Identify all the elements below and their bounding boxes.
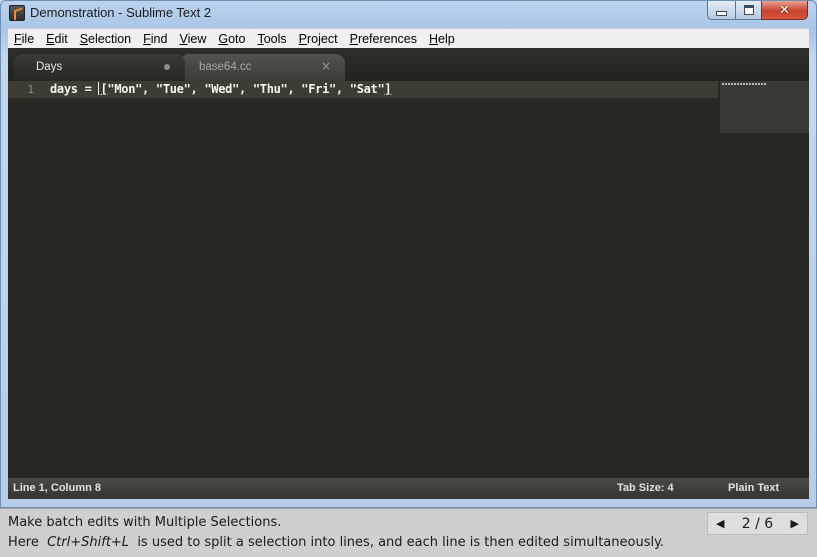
syntax-selector[interactable]: Plain Text xyxy=(728,482,779,494)
maximize-button[interactable] xyxy=(735,1,762,20)
menu-edit[interactable]: Edit xyxy=(40,29,74,49)
line-number: 1 xyxy=(27,83,34,96)
close-button[interactable]: ✕ xyxy=(761,1,808,20)
close-icon: ✕ xyxy=(779,2,790,18)
status-bar: Line 1, Column 8 Tab Size: 4 Plain Text xyxy=(8,478,809,499)
menu-file[interactable]: File xyxy=(8,29,40,49)
window-title: Demonstration - Sublime Text 2 xyxy=(30,5,212,20)
minimap[interactable] xyxy=(720,81,809,133)
minimap-line xyxy=(722,83,766,85)
menu-selection[interactable]: Selection xyxy=(74,29,137,49)
bracket-close: ] xyxy=(384,82,392,96)
tab-label: base64.cc xyxy=(199,61,252,73)
code-editor[interactable]: 1 days = ["Mon", "Tue", "Wed", "Thu", "F… xyxy=(8,81,809,478)
code-text-array: "Mon", "Tue", "Wed", "Thu", "Fri", "Sat" xyxy=(107,82,385,96)
demo-caption: Make batch edits with Multiple Selection… xyxy=(0,508,817,557)
caption-suffix: is used to split a selection into lines,… xyxy=(137,535,665,550)
minimize-icon xyxy=(716,10,727,16)
caption-prefix: Here xyxy=(8,535,39,550)
tab-label: Days xyxy=(36,61,63,73)
tab-size-selector[interactable]: Tab Size: 4 xyxy=(617,482,674,494)
menu-preferences[interactable]: Preferences xyxy=(344,29,423,49)
title-bar[interactable]: Demonstration - Sublime Text 2 ✕ xyxy=(1,1,816,25)
cursor-position: Line 1, Column 8 xyxy=(13,482,102,494)
slide-pager: ◀ 2 / 6 ▶ xyxy=(707,512,808,535)
tab-base64-cc[interactable]: base64.cc × xyxy=(180,54,345,81)
menu-project[interactable]: Project xyxy=(293,29,344,49)
unsaved-dot-icon[interactable] xyxy=(164,64,170,70)
menu-goto[interactable]: Goto xyxy=(212,29,251,49)
next-arrow-icon[interactable]: ▶ xyxy=(791,517,799,530)
sublime-text-app-icon xyxy=(9,5,25,21)
caption-title: Make batch edits with Multiple Selection… xyxy=(8,515,282,530)
menu-view[interactable]: View xyxy=(173,29,212,49)
code-line[interactable]: days = ["Mon", "Tue", "Wed", "Thu", "Fri… xyxy=(50,82,392,96)
menu-tools[interactable]: Tools xyxy=(251,29,292,49)
tab-bar: Days base64.cc × xyxy=(8,48,809,81)
keyboard-shortcut: Ctrl+Shift+L xyxy=(47,535,130,550)
previous-arrow-icon[interactable]: ◀ xyxy=(716,517,724,530)
tab-close-icon[interactable]: × xyxy=(321,59,331,73)
editor-frame: Days base64.cc × 1 days = ["Mon", "Tue",… xyxy=(8,48,809,499)
menu-bar: File Edit Selection Find View Goto Tools… xyxy=(8,28,809,49)
menu-help[interactable]: Help xyxy=(423,29,461,49)
caption-description: Here Ctrl+Shift+L is used to split a sel… xyxy=(8,535,664,550)
application-window: Demonstration - Sublime Text 2 ✕ File Ed… xyxy=(0,0,817,508)
menu-find[interactable]: Find xyxy=(137,29,173,49)
page-indicator: 2 / 6 xyxy=(741,515,774,532)
tab-days[interactable]: Days xyxy=(14,54,185,81)
maximize-icon xyxy=(743,5,754,15)
minimize-button[interactable] xyxy=(707,1,736,20)
code-text-before-caret: days = xyxy=(50,82,99,96)
